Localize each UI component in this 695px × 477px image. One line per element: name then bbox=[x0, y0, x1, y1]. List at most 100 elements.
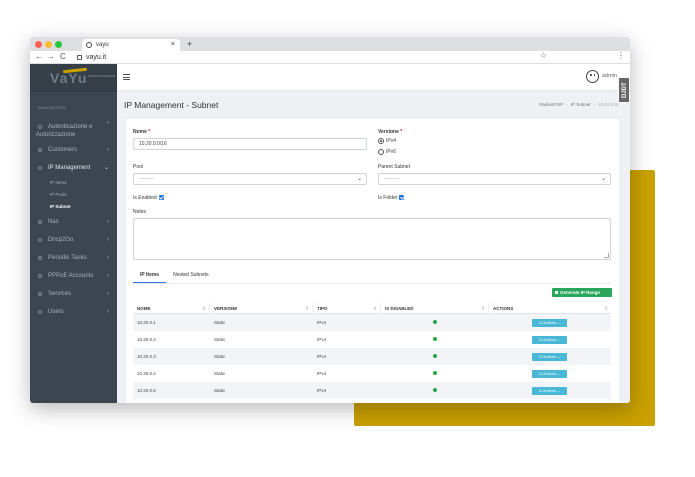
versione-label: Versione * bbox=[378, 129, 403, 135]
sidebar-item-label: Autenticazione e Autorizzazione bbox=[36, 124, 93, 138]
circle-icon bbox=[38, 166, 42, 170]
forward-icon[interactable]: → bbox=[47, 52, 55, 61]
actions-dropdown-button[interactable]: ☑ Actions ⌄ bbox=[532, 335, 567, 344]
checkbox-checked-icon[interactable] bbox=[158, 195, 164, 200]
sidebar: VaYu RADIUS MANAGER NAVIGATION Autentica… bbox=[30, 64, 117, 403]
checkbox-checked-icon[interactable] bbox=[399, 195, 405, 200]
cell-versione: Static bbox=[214, 320, 226, 325]
pool-select[interactable]: --------- ⌄ bbox=[133, 173, 367, 185]
sidebar-item-nas[interactable]: Nas › bbox=[30, 213, 117, 231]
status-dot-icon bbox=[433, 337, 437, 341]
generate-ip-range-button[interactable]: Generate IP Range bbox=[552, 288, 612, 297]
actions-dropdown-button[interactable]: ☑ Actions ⌄ bbox=[532, 369, 567, 378]
cell-is-disabled bbox=[381, 382, 489, 399]
url-text: vayu.it bbox=[86, 54, 107, 61]
minimize-window-dot[interactable] bbox=[45, 41, 52, 48]
cell-versione: Static bbox=[214, 337, 226, 342]
circle-icon bbox=[38, 274, 42, 278]
reload-icon[interactable]: C bbox=[60, 52, 66, 61]
sidebar-subitem-ip-items[interactable]: IP Items bbox=[30, 177, 117, 189]
sidebar-subitem-ip-pools[interactable]: IP Pools bbox=[30, 189, 117, 201]
sidebar-subitem-ip-subnet[interactable]: IP Subnet bbox=[30, 201, 117, 213]
column-header-actions[interactable]: ACTIONS ⇅ bbox=[489, 303, 611, 313]
tab-divider bbox=[133, 283, 611, 284]
user-name[interactable]: admin bbox=[602, 73, 617, 79]
versione-radio-ipv4[interactable]: IPv4 bbox=[378, 138, 396, 145]
cell-actions: ☑ Actions ⌄ bbox=[489, 314, 611, 331]
browser-menu-icon[interactable]: ⋮ bbox=[617, 51, 625, 60]
top-bar: admin DJDT bbox=[117, 64, 630, 103]
logo[interactable]: VaYu RADIUS MANAGER bbox=[30, 64, 117, 92]
sort-icon: ⇅ bbox=[481, 306, 485, 311]
cell-actions: ☑ Actions ⌄ bbox=[489, 331, 611, 348]
cell-tipo: IPv4 bbox=[317, 371, 327, 376]
sidebar-item-label: Dhcp2Go bbox=[48, 237, 74, 243]
sort-icon: ⇅ bbox=[373, 306, 377, 311]
versione-radio-ipv6[interactable]: IPv6 bbox=[378, 149, 396, 156]
tab-nested-subnets[interactable]: Nested Subnets bbox=[166, 269, 216, 283]
tab-ip-items[interactable]: IP Items bbox=[133, 269, 167, 283]
actions-dropdown-button[interactable]: ☑ Actions ⌄ bbox=[532, 318, 567, 327]
circle-icon bbox=[38, 148, 42, 152]
column-header-is-disabled[interactable]: IS DISABLED ⇅ bbox=[381, 303, 489, 313]
cell-versione: Static bbox=[214, 371, 226, 376]
sidebar-item-label: Services bbox=[48, 291, 72, 297]
bookmark-star-icon[interactable]: ☆ bbox=[540, 51, 547, 60]
status-dot-icon bbox=[433, 320, 437, 324]
chevron-down-icon: ⌄ bbox=[356, 176, 362, 182]
is-folder-field[interactable]: Is Folder bbox=[378, 195, 405, 201]
sidebar-item-periodic-tasks[interactable]: Periodic Tasks › bbox=[30, 249, 117, 267]
circle-icon bbox=[38, 310, 42, 314]
maximize-window-dot[interactable] bbox=[55, 41, 62, 48]
sidebar-item-dhcp2go[interactable]: Dhcp2Go › bbox=[30, 231, 117, 249]
parent-subnet-select[interactable]: --------- ⌄ bbox=[378, 173, 611, 185]
actions-dropdown-button[interactable]: ☑ Actions ⌄ bbox=[532, 352, 567, 361]
chevron-right-icon: › bbox=[107, 219, 109, 225]
notes-label: Notes bbox=[133, 209, 147, 215]
cell-is-disabled bbox=[381, 348, 489, 365]
sidebar-item-services[interactable]: Services › bbox=[30, 285, 117, 303]
hamburger-menu-icon[interactable] bbox=[123, 74, 130, 80]
radio-unchecked-icon bbox=[378, 149, 384, 155]
notes-textarea[interactable] bbox=[133, 218, 611, 260]
browser-tab[interactable]: vayu × bbox=[82, 39, 180, 51]
column-header-versione[interactable]: VERSIONE ⇅ bbox=[210, 303, 313, 313]
sidebar-item-customers[interactable]: Customers › bbox=[30, 141, 117, 159]
cell-versione: Static bbox=[214, 354, 226, 359]
back-icon[interactable]: ← bbox=[35, 52, 43, 61]
cell-actions: ☑ Actions ⌄ bbox=[489, 365, 611, 382]
sidebar-item-users[interactable]: Users › bbox=[30, 303, 117, 321]
sidebar-item-label: IP Management bbox=[48, 165, 91, 171]
nav-section-label: NAVIGATION bbox=[38, 105, 67, 110]
cell-nome: 10.20.0.2 bbox=[137, 337, 156, 342]
status-dot-icon bbox=[433, 354, 437, 358]
user-avatar-icon[interactable] bbox=[586, 70, 599, 83]
browser-titlebar: vayu × + bbox=[30, 37, 630, 51]
pool-label: Pool bbox=[133, 164, 144, 170]
cell-tipo: IPv4 bbox=[317, 320, 327, 325]
close-window-dot[interactable] bbox=[35, 41, 42, 48]
url-field[interactable]: vayu.it bbox=[77, 53, 106, 62]
sidebar-item-autenticazione[interactable]: Autenticazione e Autorizzazione › bbox=[30, 119, 117, 141]
actions-dropdown-button[interactable]: ☑ Actions ⌄ bbox=[532, 386, 567, 395]
sidebar-item-pppoe-accounts[interactable]: PPPoE Accounts › bbox=[30, 267, 117, 285]
tab-close-icon[interactable]: × bbox=[171, 39, 175, 51]
circle-icon bbox=[38, 238, 42, 242]
table-row: 10.20.0.2 Static IPv4 ☑ Actions ⌄ bbox=[133, 331, 611, 348]
breadcrumb-item[interactable]: IP Subnet bbox=[571, 102, 591, 107]
cell-tipo: IPv4 bbox=[317, 337, 327, 342]
nome-input[interactable]: 10.20.0.0/16 bbox=[133, 138, 367, 150]
chevron-down-icon: ⌄ bbox=[600, 176, 606, 182]
cell-tipo: IPv4 bbox=[317, 354, 327, 359]
status-dot-icon bbox=[433, 371, 437, 375]
circle-icon bbox=[38, 256, 42, 260]
breadcrumb-item[interactable]: RadiusFISP bbox=[539, 102, 563, 107]
is-enabled-field[interactable]: Is Enabled bbox=[133, 195, 164, 201]
cell-actions: ☑ Actions ⌄ bbox=[489, 382, 611, 399]
column-header-tipo[interactable]: TIPO ⇅ bbox=[313, 303, 381, 313]
new-tab-icon[interactable]: + bbox=[187, 37, 192, 51]
sidebar-item-ip-management[interactable]: IP Management ⌄ bbox=[30, 159, 117, 177]
chevron-right-icon: › bbox=[107, 255, 109, 261]
column-header-nome[interactable]: NOME ⇅ bbox=[133, 303, 210, 313]
address-bar: ← → C vayu.it ☆ ⋮ bbox=[30, 51, 630, 64]
